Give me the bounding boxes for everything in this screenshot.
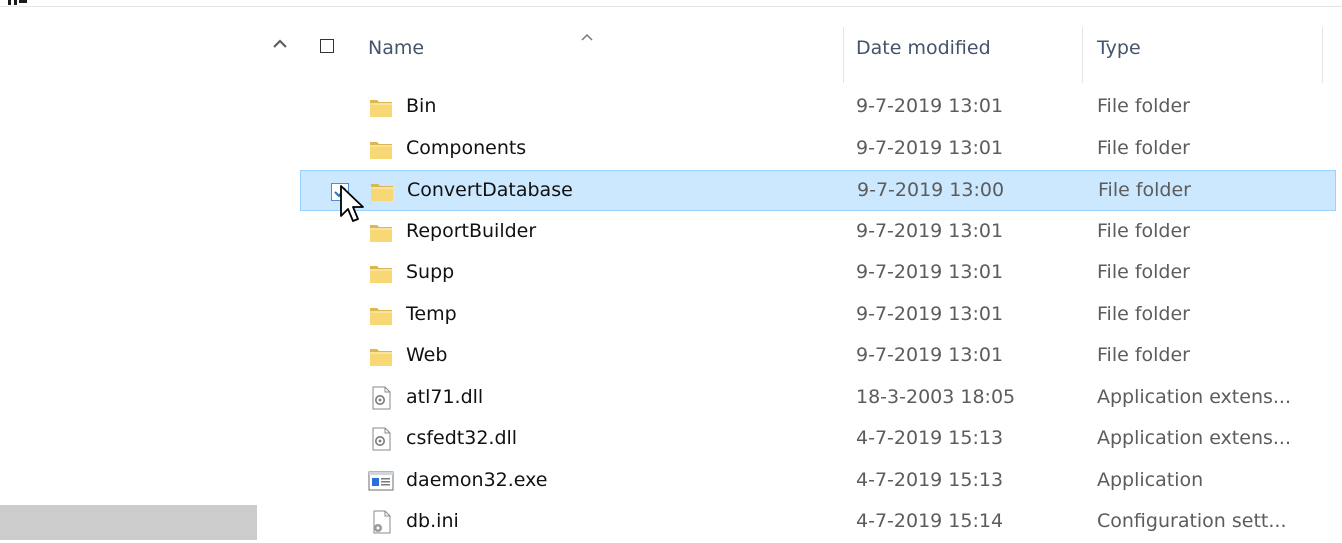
file-row[interactable]: atl71.dll 18-3-2003 18:05 Application exte…	[300, 378, 1336, 419]
dll-file-icon	[368, 426, 394, 452]
file-type: Application extens...	[1097, 427, 1291, 449]
file-date-modified: 9-7-2019 13:00	[857, 179, 1005, 201]
nav-pane-selected-item[interactable]	[0, 505, 257, 540]
file-row[interactable]: Temp 9-7-2019 13:01 File folder	[300, 295, 1336, 336]
column-separator[interactable]	[843, 27, 844, 83]
file-type: Configuration sett...	[1097, 510, 1287, 532]
file-date-modified: 9-7-2019 13:01	[856, 219, 1004, 242]
file-name[interactable]: Bin	[406, 95, 436, 117]
file-date-modified: 4-7-2019 15:14	[856, 510, 1004, 532]
file-type: Application	[1097, 468, 1204, 491]
file-name[interactable]: Supp	[406, 261, 454, 283]
file-name[interactable]: db.ini	[406, 510, 459, 532]
file-row[interactable]: csfedt32.dll 4-7-2019 15:13 Application ex…	[300, 419, 1336, 460]
file-name[interactable]: ConvertDatabase	[407, 179, 573, 201]
file-name[interactable]: Components	[406, 137, 526, 159]
folder-icon	[368, 136, 394, 162]
folder-icon	[369, 178, 395, 204]
ini-file-icon	[368, 509, 394, 535]
file-date-modified: 9-7-2019 13:01	[856, 344, 1004, 366]
file-row[interactable]: Bin 9-7-2019 13:01 File folder	[300, 87, 1336, 128]
folder-icon	[368, 260, 394, 286]
folder-icon	[368, 94, 394, 120]
file-type: File folder	[1097, 95, 1190, 117]
column-separator[interactable]	[1082, 27, 1083, 83]
column-header-row: Name Date modified Type	[300, 7, 1342, 87]
file-date-modified: 9-7-2019 13:01	[856, 95, 1004, 117]
folder-icon	[368, 343, 394, 369]
file-date-modified: 9-7-2019 13:01	[856, 136, 1004, 159]
exe-file-icon	[368, 468, 394, 494]
file-name[interactable]: daemon32.exe	[406, 469, 548, 491]
file-date-modified: 4-7-2019 15:13	[856, 427, 1004, 449]
file-type: File folder	[1097, 136, 1190, 159]
column-header-date-modified[interactable]: Date modified	[856, 37, 991, 59]
file-row[interactable]: Supp 9-7-2019 13:01 File folder	[300, 253, 1336, 294]
sort-ascending-icon	[580, 27, 594, 41]
file-list: Name Date modified Type Bin 9-7-2019 13:0…	[300, 7, 1342, 540]
file-name[interactable]: Web	[406, 344, 447, 366]
column-header-type[interactable]: Type	[1097, 37, 1141, 59]
nav-scroll-up-icon[interactable]	[270, 34, 290, 54]
navigation-pane[interactable]	[0, 7, 300, 540]
folder-icon	[368, 302, 394, 328]
file-type: Application extens...	[1097, 385, 1291, 408]
file-name[interactable]: csfedt32.dll	[406, 427, 517, 449]
file-row[interactable]: Components 9-7-2019 13:01 File folder	[300, 129, 1336, 170]
mouse-pointer-icon	[340, 185, 364, 222]
file-type: File folder	[1098, 179, 1191, 201]
file-date-modified: 9-7-2019 13:01	[856, 261, 1004, 283]
column-header-name[interactable]: Name	[368, 37, 424, 59]
file-date-modified: 4-7-2019 15:13	[856, 468, 1004, 491]
file-type: File folder	[1097, 344, 1190, 366]
file-row[interactable]: db.ini 4-7-2019 15:14 Configuration sett..…	[300, 502, 1336, 543]
file-row[interactable]: ConvertDatabase 9-7-2019 13:00 File folder	[300, 170, 1336, 211]
file-name[interactable]: Temp	[406, 303, 457, 325]
file-row[interactable]: Web 9-7-2019 13:01 File folder	[300, 336, 1336, 377]
file-name[interactable]: ReportBuilder	[406, 220, 536, 242]
file-type: File folder	[1097, 302, 1190, 325]
select-all-checkbox[interactable]	[320, 39, 334, 53]
file-row[interactable]: daemon32.exe 4-7-2019 15:13 Application	[300, 461, 1336, 502]
file-date-modified: 9-7-2019 13:01	[856, 302, 1004, 325]
file-row[interactable]: ReportBuilder 9-7-2019 13:01 File folder	[300, 212, 1336, 253]
folder-icon	[368, 219, 394, 245]
dll-file-icon	[368, 385, 394, 411]
column-separator[interactable]	[1322, 27, 1323, 83]
file-type: File folder	[1097, 219, 1190, 242]
file-type: File folder	[1097, 261, 1190, 283]
file-date-modified: 18-3-2003 18:05	[856, 385, 1016, 408]
file-name[interactable]: atl71.dll	[406, 386, 483, 408]
